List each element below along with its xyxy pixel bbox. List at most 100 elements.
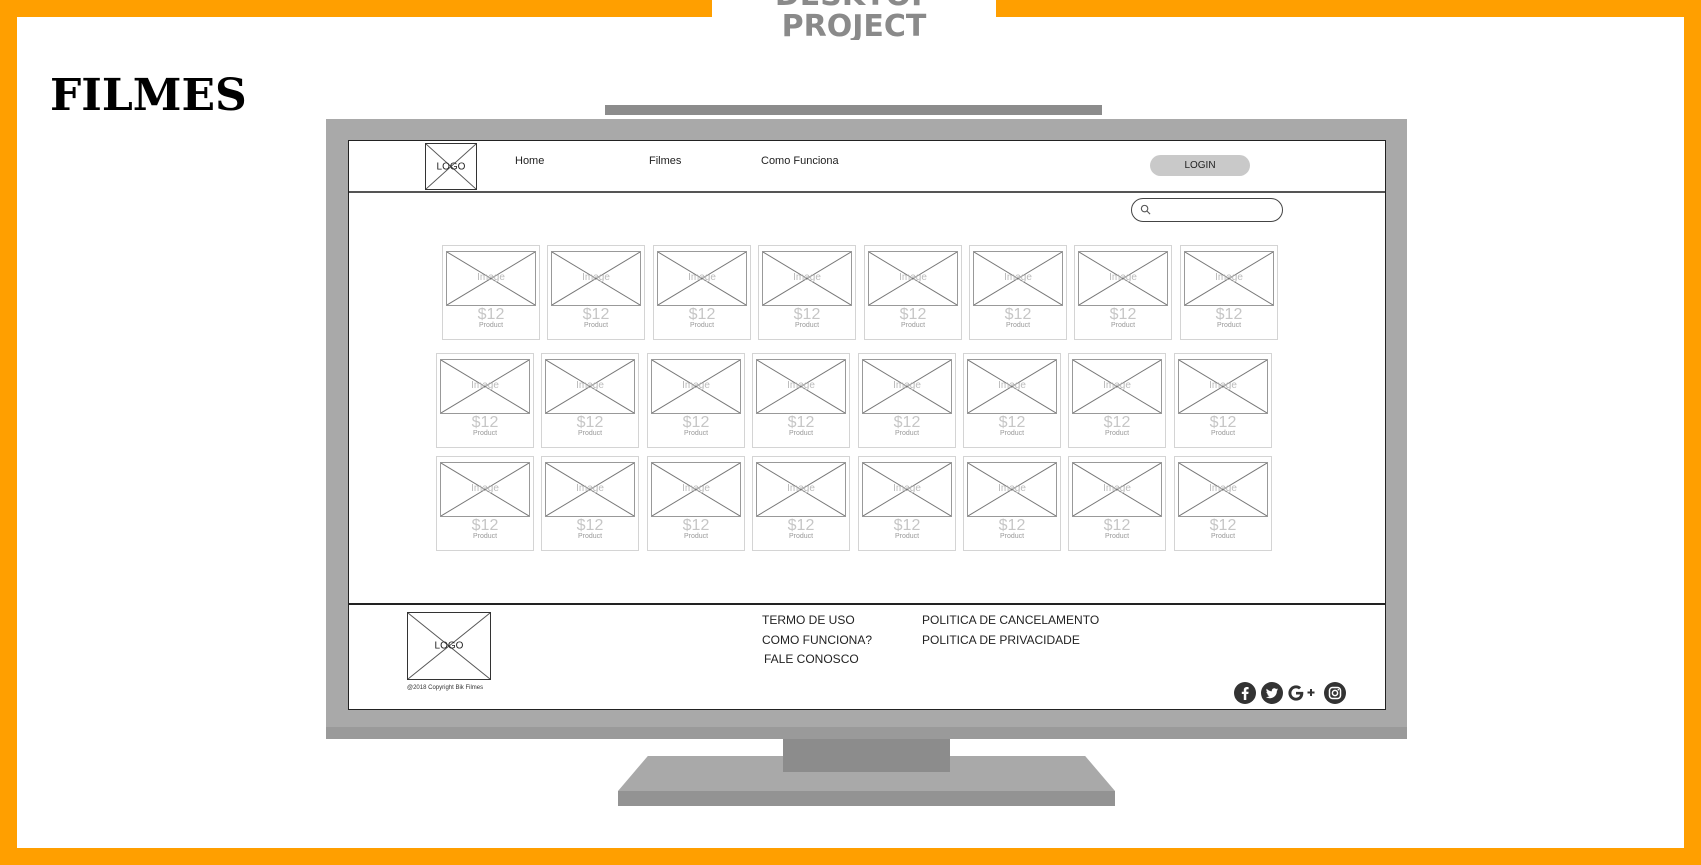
product-name: Product — [794, 322, 820, 329]
product-image-placeholder: Image — [973, 251, 1063, 306]
product-image-placeholder: Image — [1178, 359, 1268, 414]
product-card[interactable]: Image $12 Product — [752, 456, 850, 551]
product-price: $12 — [893, 517, 921, 534]
product-price: $12 — [899, 306, 927, 323]
footer-link-como-funciona[interactable]: COMO FUNCIONA? — [762, 633, 872, 647]
product-price: $12 — [1004, 306, 1032, 323]
product-image-label: Image — [682, 380, 710, 391]
instagram-icon[interactable] — [1323, 681, 1347, 705]
product-name: Product — [1005, 322, 1031, 329]
product-image-label: Image — [893, 483, 921, 494]
product-image-label: Image — [1109, 272, 1137, 283]
product-image-placeholder: Image — [446, 251, 536, 306]
product-image-label: Image — [787, 380, 815, 391]
product-card[interactable]: Image $12 Product — [1068, 353, 1166, 448]
product-image-label: Image — [1209, 483, 1237, 494]
product-card[interactable]: Image $12 Product — [858, 456, 956, 551]
product-card[interactable]: Image $12 Product — [963, 353, 1061, 448]
product-card[interactable]: Image $12 Product — [1068, 456, 1166, 551]
product-card[interactable]: Image $12 Product — [436, 353, 534, 448]
footer-logo-label: LOGO — [434, 640, 464, 652]
product-image-label: Image — [682, 483, 710, 494]
nav-logo[interactable]: LOGO — [425, 143, 477, 190]
product-price: $12 — [582, 306, 610, 323]
product-name: Product — [1104, 430, 1130, 437]
product-image-placeholder: Image — [440, 359, 530, 414]
product-card[interactable]: Image $12 Product — [1180, 245, 1278, 340]
product-name: Product — [894, 533, 920, 540]
nav-link-home[interactable]: Home — [515, 155, 544, 167]
nav-link-como-funciona[interactable]: Como Funciona — [761, 155, 839, 167]
tab-label-bottom: PROJECT — [781, 9, 927, 41]
product-card[interactable]: Image $12 Product — [864, 245, 962, 340]
page-title: FILMES — [50, 70, 247, 121]
product-image-placeholder: Image — [440, 462, 530, 517]
copyright-text: @2018 Copyright Bik Filmes — [407, 685, 484, 691]
product-card[interactable]: Image $12 Product — [547, 245, 645, 340]
product-name: Product — [788, 533, 814, 540]
footer-logo[interactable]: LOGO — [407, 612, 491, 680]
footer-link-politica-cancelamento[interactable]: POLITICA DE CANCELAMENTO — [922, 613, 1099, 627]
product-name: Product — [999, 533, 1025, 540]
product-image-placeholder: Image — [551, 251, 641, 306]
product-name: Product — [683, 430, 709, 437]
monitor-bezel-bottom — [326, 727, 1407, 739]
footer-link-termo-de-uso[interactable]: TERMO DE USO — [762, 613, 855, 627]
product-price: $12 — [477, 306, 505, 323]
product-card[interactable]: Image $12 Product — [647, 456, 745, 551]
product-price: $12 — [1209, 414, 1237, 431]
product-image-placeholder: Image — [1072, 462, 1162, 517]
monitor-top-bar — [605, 105, 1102, 115]
product-price: $12 — [471, 414, 499, 431]
product-name: Product — [577, 430, 603, 437]
product-price: $12 — [787, 414, 815, 431]
product-price: $12 — [787, 517, 815, 534]
product-price: $12 — [1215, 306, 1243, 323]
login-button[interactable]: LOGIN — [1150, 155, 1250, 176]
product-card[interactable]: Image $12 Product — [647, 353, 745, 448]
product-image-placeholder: Image — [1072, 359, 1162, 414]
monitor-base-edge — [618, 791, 1115, 806]
product-image-label: Image — [1209, 380, 1237, 391]
twitter-icon[interactable] — [1260, 681, 1284, 705]
product-card[interactable]: Image $12 Product — [1174, 353, 1272, 448]
product-card[interactable]: Image $12 Product — [1074, 245, 1172, 340]
footer-link-politica-privacidade[interactable]: POLITICA DE PRIVACIDADE — [922, 633, 1080, 647]
footer-link-fale-conosco[interactable]: FALE CONOSCO — [764, 652, 859, 666]
product-card[interactable]: Image $12 Product — [758, 245, 856, 340]
product-card[interactable]: Image $12 Product — [442, 245, 540, 340]
product-card[interactable]: Image $12 Product — [1174, 456, 1272, 551]
product-image-label: Image — [1215, 272, 1243, 283]
product-name: Product — [999, 430, 1025, 437]
product-card[interactable]: Image $12 Product — [653, 245, 751, 340]
nav-link-filmes[interactable]: Filmes — [649, 155, 681, 167]
product-image-label: Image — [576, 483, 604, 494]
search-input[interactable] — [1131, 198, 1283, 222]
product-card[interactable]: Image $12 Product — [858, 353, 956, 448]
product-name: Product — [472, 430, 498, 437]
product-card[interactable]: Image $12 Product — [541, 456, 639, 551]
product-image-label: Image — [688, 272, 716, 283]
product-image-placeholder: Image — [756, 359, 846, 414]
product-price: $12 — [576, 414, 604, 431]
product-price: $12 — [682, 517, 710, 534]
product-name: Product — [894, 430, 920, 437]
product-name: Product — [1210, 430, 1236, 437]
wireframe-screen: LOGO Home Filmes Como Funciona LOGIN Ima… — [348, 140, 1386, 710]
product-price: $12 — [793, 306, 821, 323]
product-image-placeholder: Image — [756, 462, 846, 517]
facebook-icon[interactable] — [1233, 681, 1257, 705]
product-price: $12 — [1103, 517, 1131, 534]
product-card[interactable]: Image $12 Product — [963, 456, 1061, 551]
product-image-placeholder: Image — [651, 462, 741, 517]
product-name: Product — [689, 322, 715, 329]
product-card[interactable]: Image $12 Product — [541, 353, 639, 448]
nav-logo-label: LOGO — [436, 161, 466, 172]
product-card[interactable]: Image $12 Product — [752, 353, 850, 448]
google-plus-icon[interactable] — [1285, 681, 1319, 705]
product-card[interactable]: Image $12 Product — [969, 245, 1067, 340]
product-image-placeholder: Image — [868, 251, 958, 306]
product-card[interactable]: Image $12 Product — [436, 456, 534, 551]
product-name: Product — [472, 533, 498, 540]
product-price: $12 — [1209, 517, 1237, 534]
